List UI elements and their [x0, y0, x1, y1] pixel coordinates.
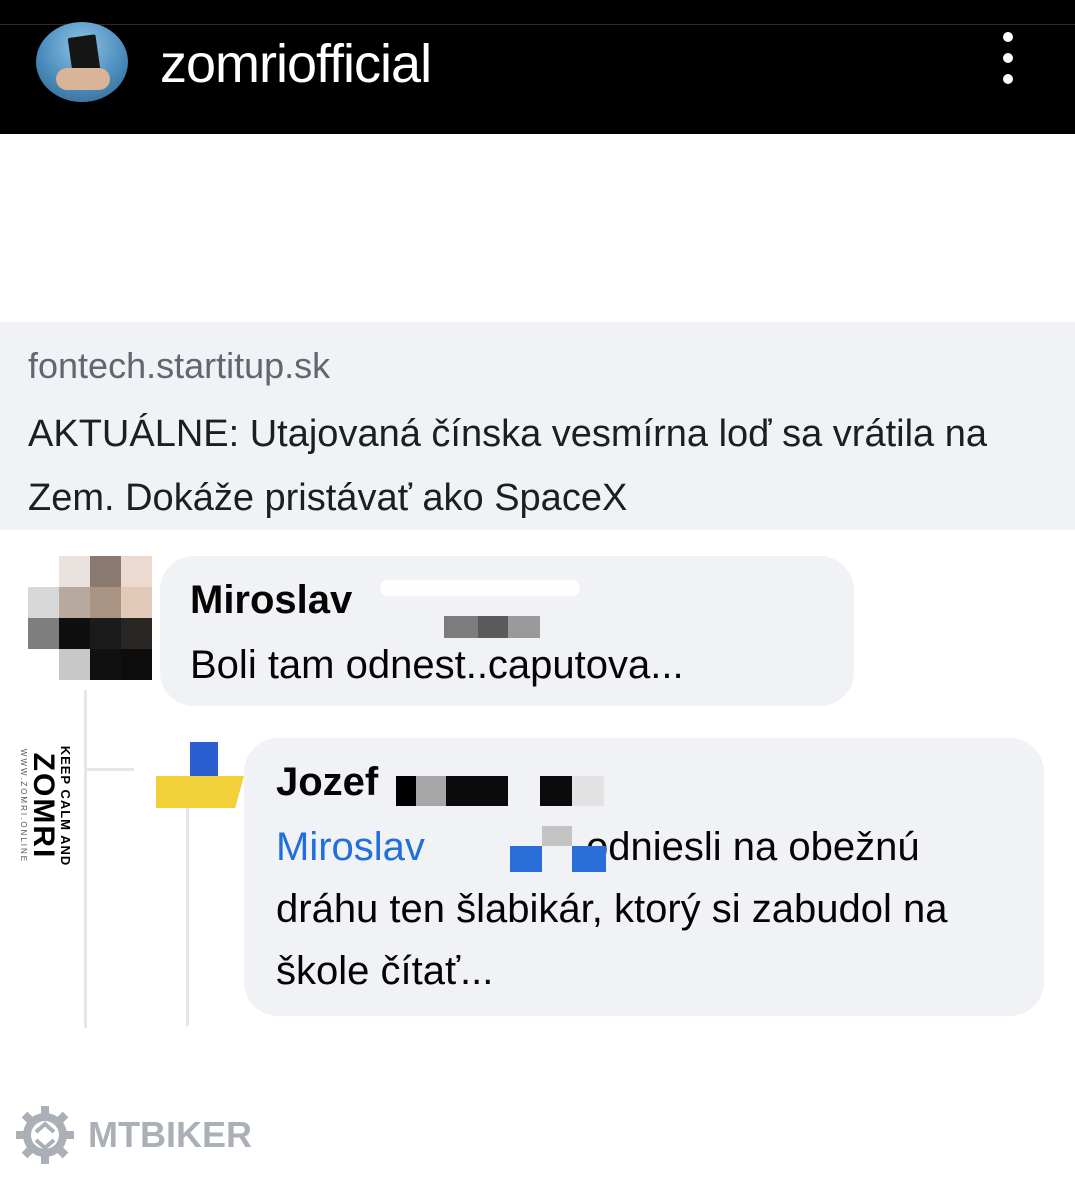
- comment-text: Boli tam odnest..caputova...: [190, 643, 684, 687]
- profile-username[interactable]: zomriofficial: [160, 32, 432, 96]
- name-censor-blur: [380, 580, 580, 596]
- comment-author[interactable]: Miroslav: [190, 576, 352, 624]
- name-censor-block: [446, 776, 508, 806]
- zomri-watermark: KEEP CALM AND ZOMRI WWW.ZOMRI.ONLINE: [10, 740, 80, 872]
- name-censor-block: [540, 776, 572, 806]
- ukraine-flag-avatar[interactable]: [156, 742, 244, 808]
- thread-branch-line: [84, 768, 134, 771]
- name-censor-block: [396, 776, 416, 806]
- mention-link[interactable]: Miroslav: [276, 825, 425, 869]
- avatar-hand-shape: [56, 68, 110, 90]
- thread-line: [84, 690, 87, 1028]
- commenter-avatar-pixelated[interactable]: [28, 556, 154, 680]
- zomri-wordmark: ZOMRI: [27, 752, 60, 860]
- mtbiker-wordmark: MTBIKER: [88, 1114, 252, 1155]
- zomri-tagline: KEEP CALM AND: [58, 745, 73, 867]
- instagram-header: zomriofficial: [0, 0, 1075, 134]
- gear-logo-icon: [14, 1104, 76, 1166]
- link-domain: fontech.startitup.sk: [28, 345, 331, 386]
- zomri-url: WWW.ZOMRI.ONLINE: [19, 748, 28, 864]
- reply-author[interactable]: Jozef: [276, 758, 378, 806]
- link-title[interactable]: AKTUÁLNE: Utajovaná čínska vesmírna loď …: [28, 402, 1048, 530]
- reply-thread-line: [186, 808, 189, 1026]
- mention-censor-block: [510, 846, 542, 872]
- name-censor-block: [572, 776, 604, 806]
- name-censor-block: [416, 776, 446, 806]
- reply-text: Miroslav odniesli na obežnú dráhu ten šl…: [276, 816, 1016, 1002]
- status-bar-divider: [0, 24, 1075, 25]
- mention-censor-block: [572, 846, 606, 872]
- more-options-icon[interactable]: [996, 32, 1020, 86]
- profile-avatar[interactable]: [36, 22, 128, 102]
- mention-censor-block: [542, 826, 572, 846]
